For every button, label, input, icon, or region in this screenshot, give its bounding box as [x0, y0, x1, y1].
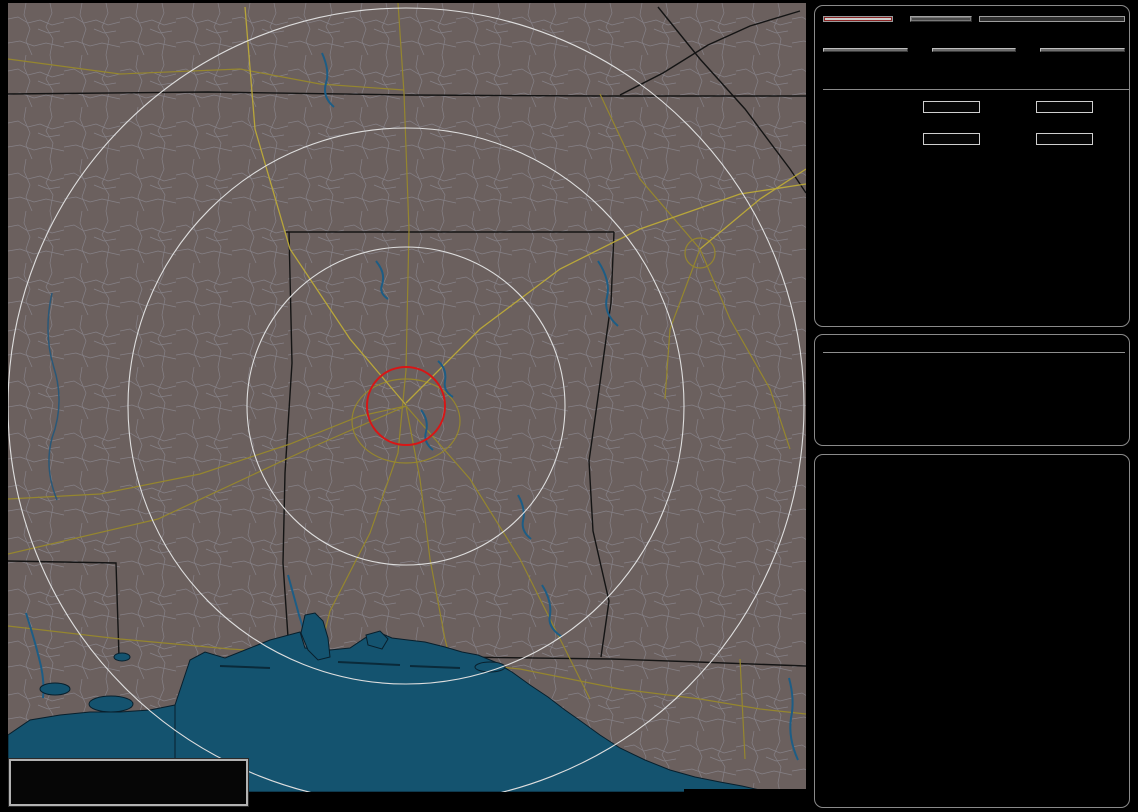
copyright-notice — [684, 789, 806, 806]
cloud-ground-row — [823, 101, 1125, 113]
noises-per-min-button[interactable] — [1040, 48, 1125, 52]
ic-positive-bar — [923, 133, 980, 145]
trend-graph — [817, 529, 1129, 807]
ic-negative-bar — [1036, 133, 1093, 145]
cg-negative-bar — [1036, 101, 1093, 113]
noises-counter — [1040, 48, 1125, 61]
close-counter — [932, 48, 1017, 61]
lightning-map[interactable] — [8, 3, 806, 792]
noise-mode-button[interactable] — [910, 16, 972, 22]
symbol-legend — [9, 759, 248, 806]
cg-positive-bar — [923, 101, 980, 113]
datetime-display — [823, 341, 1125, 353]
strikes-counter — [823, 48, 908, 61]
system-status-panel — [814, 334, 1130, 446]
app-window: { "map": { "ring_labels": [ {"text": "31… — [0, 0, 1138, 812]
strike-mode-button[interactable] — [823, 16, 893, 22]
bearing-readout — [979, 16, 1125, 22]
trend-panel — [814, 454, 1130, 808]
strikes-per-min-button[interactable] — [823, 48, 908, 52]
intracloud-row — [823, 133, 1125, 145]
close-per-min-button[interactable] — [932, 48, 1017, 52]
strike-stats-panel — [814, 5, 1130, 327]
map-display[interactable] — [8, 3, 806, 792]
distribution-header — [823, 86, 1129, 90]
